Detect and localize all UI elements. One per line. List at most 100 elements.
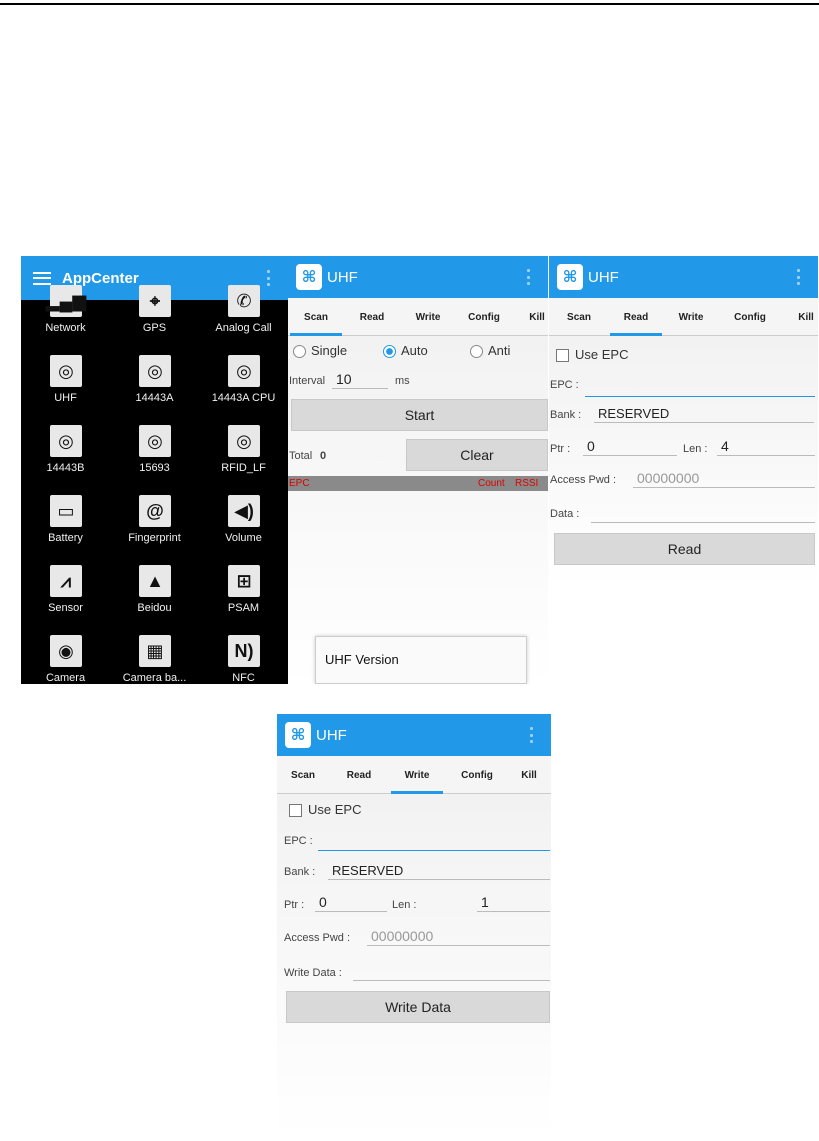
- write-data-button[interactable]: Write Data: [286, 991, 550, 1023]
- bank-label: Bank :: [284, 866, 316, 878]
- bank-select[interactable]: RESERVED: [328, 862, 550, 880]
- app-tile[interactable]: ⊞ PSAM: [199, 560, 288, 630]
- uhf-logo-icon: ⌘: [285, 722, 311, 748]
- battery-icon: ▭: [50, 495, 82, 527]
- uhf-title: UHF: [588, 268, 619, 286]
- bank-select[interactable]: RESERVED: [594, 405, 814, 423]
- uhf-tabs: Scan Read Write Config Kill: [549, 298, 818, 336]
- app-tile[interactable]: ◎ UHF: [21, 350, 110, 420]
- tab-read[interactable]: Read: [332, 756, 386, 794]
- app-tile-label: Camera ba...: [122, 672, 187, 684]
- clear-button[interactable]: Clear: [406, 439, 548, 471]
- rfid-icon: ◎: [228, 355, 260, 387]
- app-tile[interactable]: ◎ 15693: [110, 420, 199, 490]
- radio-single[interactable]: Single: [293, 343, 348, 359]
- len-input[interactable]: 1: [477, 894, 550, 912]
- tab-write[interactable]: Write: [389, 756, 445, 794]
- overflow-menu-icon[interactable]: [796, 269, 800, 285]
- uhf-toolbar: ⌘ UHF: [549, 256, 818, 298]
- app-tile[interactable]: ◎ RFID_LF: [199, 420, 288, 490]
- app-tile[interactable]: ◎ 14443B: [21, 420, 110, 490]
- app-tile[interactable]: ▭ Battery: [21, 490, 110, 560]
- access-pwd-input[interactable]: 00000000: [367, 928, 550, 946]
- checkbox-icon: [556, 349, 569, 363]
- tab-kill[interactable]: Kill: [783, 298, 818, 336]
- write-data-input[interactable]: [353, 963, 550, 981]
- radio-circle-icon: [293, 345, 306, 359]
- app-tile-label: 14443A CPU: [211, 392, 276, 404]
- epc-table-header: EPC Count RSSI: [288, 476, 548, 491]
- app-tile[interactable]: ◎ 14443A CPU: [199, 350, 288, 420]
- app-tile[interactable]: ◎ 14443A: [110, 350, 199, 420]
- overflow-menu-icon[interactable]: [529, 727, 533, 743]
- tab-config[interactable]: Config: [723, 298, 777, 336]
- page-top-rule: [0, 3, 819, 5]
- tab-read[interactable]: Read: [344, 298, 400, 336]
- tab-kill[interactable]: Kill: [512, 298, 548, 336]
- radio-circle-icon: [470, 345, 483, 359]
- app-tile[interactable]: ▂▄▆ Network: [21, 280, 110, 350]
- len-input[interactable]: 4: [717, 438, 815, 456]
- tab-scan[interactable]: Scan: [288, 298, 344, 336]
- write-body: Use EPC EPC : Bank : RESERVED Ptr : 0 Le…: [277, 795, 551, 1139]
- use-epc-label: Use EPC: [308, 802, 362, 817]
- ptr-input[interactable]: 0: [315, 894, 387, 912]
- uhf-toolbar: ⌘ UHF: [277, 714, 551, 756]
- app-tile-label: 15693: [139, 462, 170, 474]
- radio-anti[interactable]: Anti: [470, 343, 510, 359]
- tab-config[interactable]: Config: [450, 756, 504, 794]
- read-button[interactable]: Read: [554, 533, 815, 565]
- app-tile[interactable]: ◉ Camera: [21, 630, 110, 684]
- interval-input[interactable]: 10: [332, 371, 388, 389]
- app-tile[interactable]: ⌖ GPS: [110, 280, 199, 350]
- app-tile-label: Analog Call: [215, 322, 272, 334]
- ptr-label: Ptr :: [550, 443, 571, 455]
- tab-scan[interactable]: Scan: [554, 298, 604, 336]
- data-label: Data :: [550, 508, 580, 520]
- use-epc-checkbox[interactable]: Use EPC: [289, 802, 551, 818]
- app-tile[interactable]: ⩘ Sensor: [21, 560, 110, 630]
- app-tile-label: Volume: [225, 532, 262, 544]
- epc-input[interactable]: [318, 833, 550, 851]
- app-tile[interactable]: ▦ Camera ba...: [110, 630, 199, 684]
- interval-unit: ms: [395, 375, 410, 387]
- tab-scan[interactable]: Scan: [280, 756, 326, 794]
- uhf-scan-screen: ⌘ UHF Scan Read Write Config Kill Single…: [288, 256, 548, 684]
- total-label: Total: [289, 450, 313, 462]
- len-label: Len :: [683, 443, 708, 455]
- use-epc-checkbox[interactable]: Use EPC: [556, 347, 818, 363]
- access-pwd-label: Access Pwd :: [550, 474, 617, 486]
- uhf-toolbar: ⌘ UHF: [288, 256, 548, 298]
- tab-write[interactable]: Write: [665, 298, 717, 336]
- start-button[interactable]: Start: [291, 399, 548, 431]
- camera-icon: ◉: [50, 635, 82, 667]
- write-data-label: Write Data :: [284, 967, 342, 979]
- ptr-input[interactable]: 0: [583, 438, 677, 456]
- tab-kill[interactable]: Kill: [507, 756, 551, 794]
- overflow-menu-icon[interactable]: [526, 269, 530, 285]
- app-tile[interactable]: @ Fingerprint: [110, 490, 199, 560]
- radio-auto[interactable]: Auto: [383, 343, 428, 359]
- tab-read[interactable]: Read: [608, 298, 664, 336]
- data-input[interactable]: [591, 505, 815, 523]
- app-tile[interactable]: ◀) Volume: [199, 490, 288, 560]
- tab-write[interactable]: Write: [400, 298, 456, 336]
- app-tile[interactable]: ✆ Analog Call: [199, 280, 288, 350]
- tab-config[interactable]: Config: [456, 298, 512, 336]
- app-tile[interactable]: ▲ Beidou: [110, 560, 199, 630]
- col-epc: EPC: [289, 478, 310, 489]
- radio-single-label: Single: [311, 343, 348, 358]
- sensor-icon: ⩘: [50, 565, 82, 597]
- scan-body: Single Auto Anti Interval 10 ms Start To…: [288, 337, 548, 684]
- app-tile-label: RFID_LF: [221, 462, 266, 474]
- rfid-icon: ◎: [139, 355, 171, 387]
- use-epc-label: Use EPC: [575, 347, 629, 362]
- sim-card-icon: ⊞: [228, 565, 260, 597]
- epc-label: EPC :: [550, 379, 579, 391]
- access-pwd-input[interactable]: 00000000: [633, 470, 815, 488]
- read-body: Use EPC EPC : Bank : RESERVED Ptr : 0 Le…: [549, 337, 818, 588]
- app-tile-label: Network: [45, 322, 86, 334]
- uhf-version-menu-item[interactable]: UHF Version: [315, 636, 527, 684]
- app-tile[interactable]: N) NFC: [199, 630, 288, 684]
- epc-input[interactable]: [585, 379, 815, 397]
